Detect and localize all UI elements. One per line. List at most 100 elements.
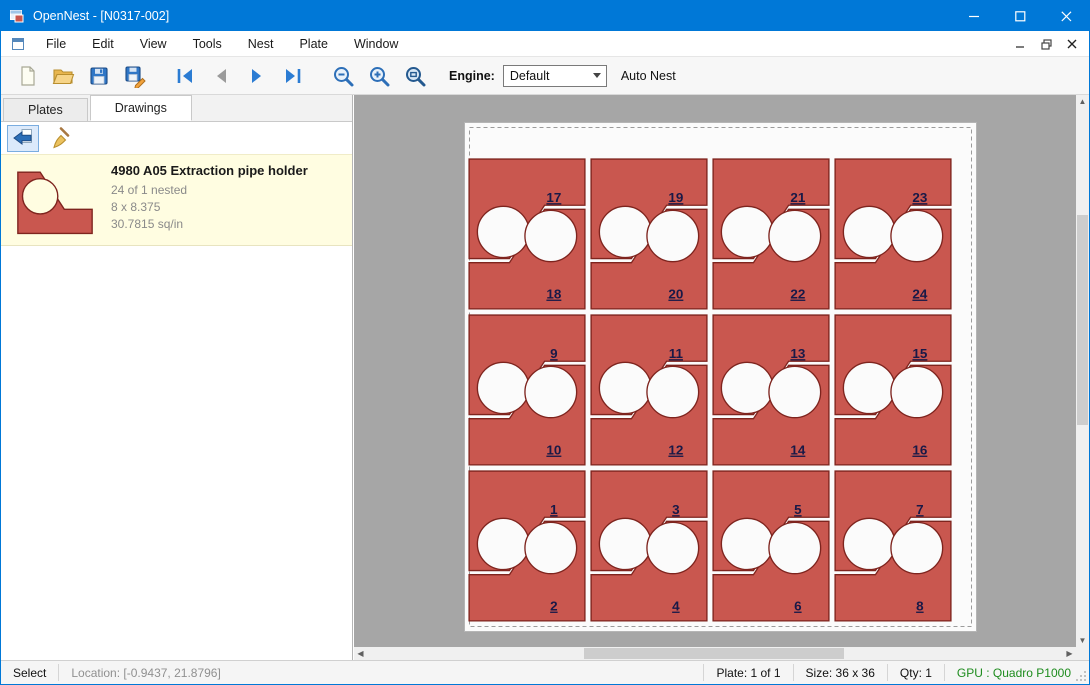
part-number[interactable]: 18 [546,287,561,302]
maximize-button[interactable] [997,1,1043,31]
tab-plates[interactable]: Plates [3,98,88,121]
part-number[interactable]: 5 [794,502,802,517]
part-number[interactable]: 7 [916,502,923,517]
zoom-out-icon [331,64,355,88]
last-plate-button[interactable] [276,60,310,92]
status-gpu: GPU : Quadro P1000 [945,661,1089,684]
last-arrow-icon [281,64,305,88]
minimize-icon [969,11,980,22]
part-number[interactable]: 15 [912,346,927,361]
scrollbar-corner [1076,647,1089,660]
zoom-in-button[interactable] [362,60,396,92]
part-number[interactable]: 6 [794,599,801,614]
engine-dropdown-arrow[interactable] [588,66,606,86]
nested-part-pair[interactable]: 1516 [835,315,951,465]
vertical-scrollbar[interactable]: ▲ ▼ [1076,95,1089,647]
engine-select[interactable]: Default [503,65,607,87]
save-edit-button[interactable] [118,60,152,92]
engine-label: Engine: [449,69,495,83]
mdi-close-button[interactable] [1059,33,1085,55]
part-number[interactable]: 8 [916,599,924,614]
resize-grip[interactable] [1075,670,1087,682]
nested-part-pair[interactable]: 1718 [469,159,585,309]
part-number[interactable]: 16 [912,443,927,458]
next-plate-button[interactable] [240,60,274,92]
part-number[interactable]: 13 [790,346,805,361]
tab-drawings[interactable]: Drawings [90,95,192,121]
part-number[interactable]: 24 [912,287,927,302]
nested-part-pair[interactable]: 34 [591,471,707,621]
nested-part-pair[interactable]: 23 24 [835,159,951,309]
part-number[interactable]: 17 [546,190,561,205]
pipe-notch [891,366,943,417]
new-button[interactable] [10,60,44,92]
part-number[interactable]: 12 [668,443,683,458]
nested-part-pair[interactable]: 9 10 [469,315,585,465]
part-number[interactable]: 10 [546,443,561,458]
scroll-down-arrow[interactable]: ▼ [1076,634,1089,647]
main-toolbar: Engine: Default Auto Nest [1,57,1089,95]
open-folder-icon [51,64,75,88]
save-button[interactable] [82,60,116,92]
scroll-right-arrow[interactable]: ▶ [1063,647,1076,660]
left-panel: Plates Drawings [1,95,353,660]
pipe-notch [525,210,577,261]
auto-nest-button[interactable]: Auto Nest [621,69,676,83]
menu-plate[interactable]: Plate [286,33,341,55]
part-number[interactable]: 9 [550,346,557,361]
menu-nest[interactable]: Nest [235,33,287,55]
scroll-up-arrow[interactable]: ▲ [1076,95,1089,108]
part-number[interactable]: 11 [669,346,684,361]
nested-part-pair[interactable]: 1920 [591,159,707,309]
part-number[interactable]: 22 [790,287,805,302]
part-number[interactable]: 3 [672,502,679,517]
new-document-icon [15,64,39,88]
horizontal-scroll-thumb[interactable] [584,648,844,659]
titlebar[interactable]: OpenNest - [N0317-002] [1,1,1089,31]
nested-part-pair[interactable]: 13 14 [713,315,829,465]
close-button[interactable] [1043,1,1089,31]
open-button[interactable] [46,60,80,92]
part-number[interactable]: 1 [550,502,558,517]
nested-part-pair[interactable]: 78 [835,471,951,621]
part-number[interactable]: 14 [790,443,805,458]
menu-file[interactable]: File [33,33,79,55]
status-plate: Plate: 1 of 1 [704,661,792,684]
menu-window[interactable]: Window [341,33,411,55]
part-number[interactable]: 2 [550,599,557,614]
part-number[interactable]: 21 [790,190,805,205]
vertical-scroll-thumb[interactable] [1077,215,1088,425]
drawing-list-item[interactable]: 4980 A05 Extraction pipe holder 24 of 1 … [1,154,352,246]
scroll-left-arrow[interactable]: ◀ [354,647,367,660]
part-number[interactable]: 20 [668,287,683,302]
drawing-area: 30.7815 sq/in [111,216,308,233]
replace-drawing-button[interactable] [7,125,39,152]
horizontal-scrollbar[interactable]: ◀ ▶ [354,647,1076,660]
mdi-minimize-button[interactable] [1007,33,1033,55]
minimize-button[interactable] [951,1,997,31]
pipe-notch [599,206,651,257]
menu-view[interactable]: View [127,33,180,55]
part-number[interactable]: 4 [672,599,680,614]
close-icon [1061,11,1072,22]
nested-part-pair[interactable]: 12 [469,471,585,621]
nested-part-pair[interactable]: 56 [713,471,829,621]
menu-edit[interactable]: Edit [79,33,127,55]
plate[interactable]: 171819202122232491011121314151612345678 [464,122,977,632]
first-plate-button[interactable] [168,60,202,92]
clean-button[interactable] [43,125,75,152]
pipe-notch [769,210,821,261]
window-title: OpenNest - [N0317-002] [33,9,169,23]
nested-part-pair[interactable]: 11 12 [591,315,707,465]
zoom-out-button[interactable] [326,60,360,92]
part-number[interactable]: 19 [668,190,683,205]
blue-arrow-left-icon [11,126,35,150]
zoom-fit-button[interactable] [398,60,432,92]
menu-tools[interactable]: Tools [180,33,235,55]
mdi-restore-button[interactable] [1033,33,1059,55]
part-number[interactable]: 23 [912,190,927,205]
nest-canvas[interactable]: 171819202122232491011121314151612345678 … [354,95,1089,660]
previous-plate-button[interactable] [204,60,238,92]
pipe-notch [721,206,773,257]
nested-part-pair[interactable]: 21 22 [713,159,829,309]
